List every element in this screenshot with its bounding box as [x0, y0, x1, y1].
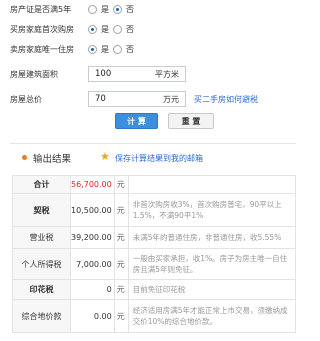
radio-icon	[88, 4, 97, 14]
radio-no[interactable]: 否	[113, 4, 134, 15]
row-name: 契税	[12, 193, 71, 227]
row-name: 印花税	[12, 279, 71, 300]
row-name: 营业税	[12, 226, 71, 249]
row-value: 10,500.00	[70, 193, 115, 227]
question-first-purchase: 买房家庭首次购房 是 否	[0, 21, 300, 37]
radio-icon	[113, 44, 122, 54]
radio-yes[interactable]: 是	[88, 44, 109, 55]
table-row: 印花税 0 元 目前免征印花税	[12, 279, 297, 300]
radio-no[interactable]: 否	[113, 44, 134, 55]
table-row: 营业税 39,200.00 元 未满5年的普通住房，非普通住房，收5.55%	[12, 226, 297, 249]
radio-label: 是	[101, 4, 109, 14]
question-only-home: 卖房家庭唯一住房 是 否	[0, 41, 300, 57]
table-row-total: 合计 56,700.00 元	[12, 175, 297, 194]
row-unit: 元	[113, 226, 129, 249]
row-note: 未满5年的普通住房，非普通住房，收5.55%	[127, 226, 297, 249]
row-value: 0.00	[70, 299, 115, 333]
question-label: 房产证是否满5年	[10, 4, 72, 14]
table-row: 综合地价款 0.00 元 经济适用房满5年才能正常上市交易，须缴纳成交价10%的…	[12, 299, 297, 333]
row-note	[127, 175, 297, 194]
row-name: 合计	[12, 175, 71, 194]
question-label: 卖房家庭唯一住房	[10, 44, 74, 54]
row-value: 39,200.00	[70, 226, 115, 249]
calculate-button[interactable]: 计 算	[115, 113, 158, 129]
radio-icon	[113, 24, 122, 34]
results-title: 输出结果	[33, 154, 72, 165]
row-unit: 元	[113, 299, 129, 333]
area-label: 房屋建筑面积	[10, 69, 58, 79]
results-table: 合计 56,700.00 元 契税 10,500.00 元 非首次购房收3%，首…	[12, 175, 297, 333]
row-value: 0	[70, 279, 115, 300]
area-input[interactable]: 100 平方米	[88, 66, 186, 82]
row-unit: 元	[113, 248, 129, 280]
radio-no[interactable]: 否	[113, 24, 134, 35]
radio-yes[interactable]: 是	[88, 24, 109, 35]
radio-selected-icon	[88, 44, 97, 54]
row-name: 个人所得税	[12, 248, 71, 280]
row-unit: 元	[113, 175, 129, 194]
table-row: 个人所得税 7,000.00 元 一般由买家承担，收1%。房子为房主唯一自住房且…	[12, 248, 297, 280]
row-value: 56,700.00	[70, 175, 115, 194]
tax-avoid-link[interactable]: 买二手房如何避税	[194, 94, 258, 105]
area-unit: 平方米	[155, 70, 179, 79]
price-unit: 万元	[163, 95, 179, 104]
radio-label: 是	[101, 44, 109, 54]
row-note: 经济适用房满5年才能正常上市交易，须缴纳成交价10%的综合地价款。	[127, 299, 297, 333]
row-unit: 元	[113, 279, 129, 300]
radio-selected-icon	[88, 24, 97, 34]
row-note: 非首次购房收3%，首次购房普宅，90平以上1.5%，不满90平1%	[127, 193, 297, 227]
radio-selected-icon	[113, 4, 122, 14]
radio-yes[interactable]: 是	[88, 4, 109, 15]
price-value: 70	[95, 94, 106, 104]
star-icon: ★	[100, 150, 110, 163]
question-cert-5years: 房产证是否满5年 是 否	[0, 1, 300, 17]
radio-label: 是	[101, 24, 109, 34]
reset-button[interactable]: 重 置	[168, 113, 214, 129]
row-name: 综合地价款	[12, 299, 71, 333]
row-note: 一般由买家承担，收1%。房子为房主唯一自住房且满5年则免征。	[127, 248, 297, 280]
row-unit: 元	[113, 193, 129, 227]
tax-calculator-form: 房产证是否满5年 是 否 买房家庭首次购房 是 否 卖房家庭唯一住房 是 否 房…	[0, 0, 300, 140]
area-value: 100	[95, 69, 112, 79]
row-value: 7,000.00	[70, 248, 115, 280]
table-row: 契税 10,500.00 元 非首次购房收3%，首次购房普宅，90平以上1.5%…	[12, 193, 297, 227]
orange-dot-icon	[22, 155, 27, 160]
radio-label: 否	[126, 4, 134, 14]
radio-label: 否	[126, 24, 134, 34]
divider	[10, 143, 296, 144]
row-note: 目前免征印花税	[127, 279, 297, 300]
save-to-email-link[interactable]: 保存计算结果到我的邮箱	[115, 153, 203, 164]
question-label: 买房家庭首次购房	[10, 24, 74, 34]
radio-label: 否	[126, 44, 134, 54]
price-label: 房屋总价	[10, 94, 42, 104]
price-input[interactable]: 70 万元	[88, 91, 186, 107]
